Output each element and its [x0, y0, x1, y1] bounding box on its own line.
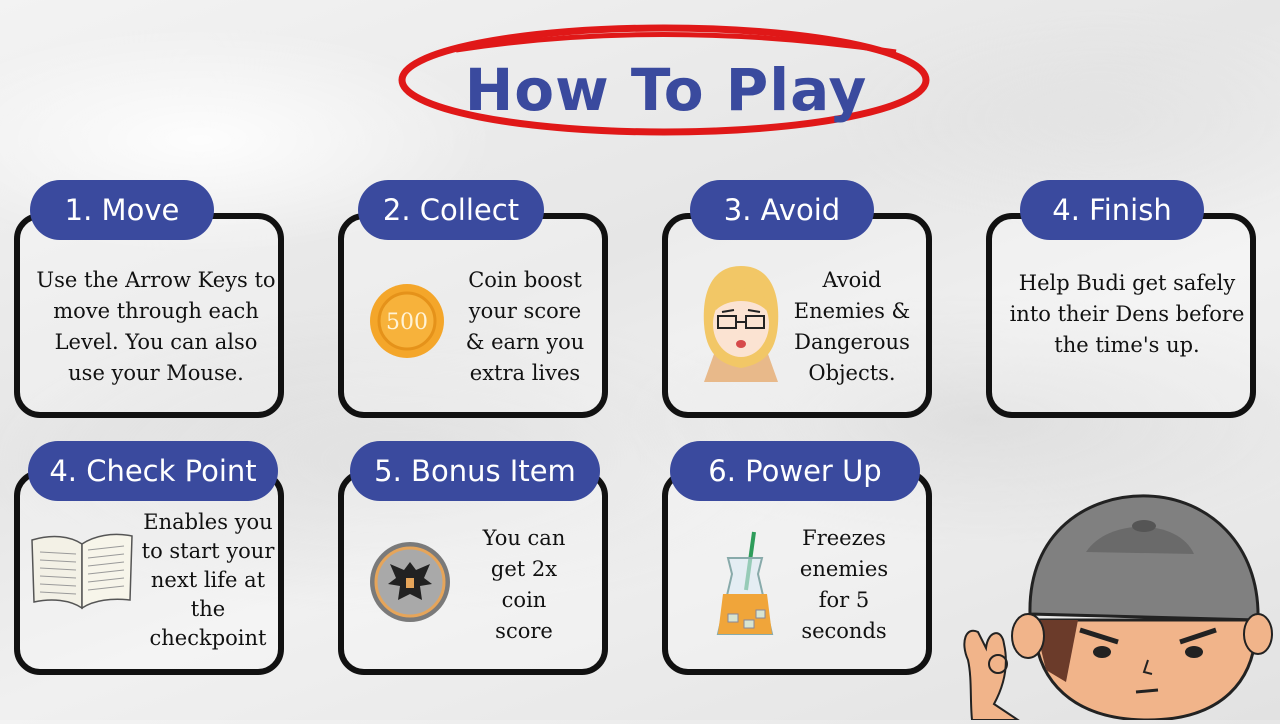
- ok-hand-icon: [963, 629, 1022, 721]
- heading-collect: 2. Collect: [358, 180, 544, 240]
- garuda-badge-icon: [368, 540, 452, 628]
- heading-powerup: 6. Power Up: [670, 441, 920, 501]
- enemy-girl-icon: [700, 264, 782, 390]
- text-avoid: Avoid Enemies & Dangerous Objects.: [793, 268, 911, 385]
- text-move: Use the Arrow Keys to move through each …: [36, 268, 276, 385]
- text-powerup: Freezes enemies for 5 seconds: [799, 526, 889, 643]
- coin-value: 500: [386, 310, 428, 335]
- iced-drink-icon: [716, 530, 774, 646]
- heading-avoid: 3. Avoid: [690, 180, 874, 240]
- book-icon: [30, 532, 134, 616]
- budi-character-icon: [958, 492, 1280, 724]
- heading-move: 1. Move: [30, 180, 214, 240]
- text-bonus: You can get 2x coin score: [482, 526, 566, 643]
- heading-bonus: 5. Bonus Item: [350, 441, 600, 501]
- text-collect: Coin boost your score & earn you extra l…: [465, 268, 585, 385]
- coin-icon: 500: [368, 282, 446, 364]
- title-banner: How To Play: [396, 22, 936, 140]
- heading-finish: 4. Finish: [1020, 180, 1204, 240]
- text-finish: Help Budi get safely into their Dens bef…: [1009, 271, 1245, 357]
- text-checkpoint: Enables you to start your next life at t…: [141, 510, 275, 650]
- heading-checkpoint: 4. Check Point: [28, 441, 278, 501]
- page-title: How To Play: [464, 56, 868, 124]
